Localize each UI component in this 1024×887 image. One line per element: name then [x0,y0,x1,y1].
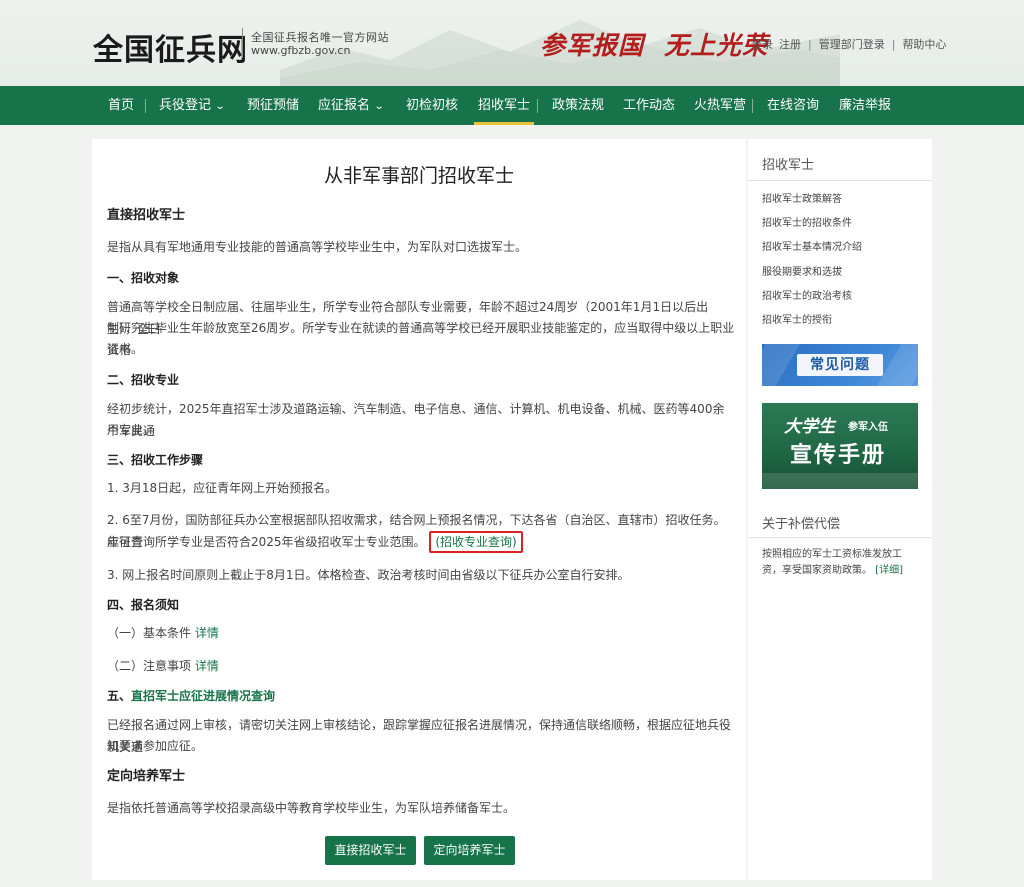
step-3-text: 3. 网上报名时间原则上截止于8月1日。体格检查、政治考核时间由省级以下征兵办公… [107,568,630,582]
handbook-banner-title: 大学生 [784,417,835,437]
nav-label: 首页 [108,98,135,113]
help-center-link[interactable]: 帮助中心 [902,36,946,52]
link-separator: | [808,37,812,51]
nav-label: 工作动态 [623,98,676,113]
nav-separator [145,99,146,113]
link-separator: | [891,37,896,51]
logo-divider [242,28,243,58]
admin-login-link[interactable]: 管理部门登录 [819,36,885,52]
paragraph-majors-line: 用专业。 [107,423,156,437]
login-link[interactable]: 登录 [751,36,773,52]
nav-label: 廉洁举报 [839,98,892,113]
main-nav: 首页 兵役登记 ⌄ 预征预储 应征报名 ⌄ 初检初核 招收军士 政策法规 工作动态 … [0,86,1024,125]
notice-item-label: （二）注意事项 [107,659,192,673]
paragraph-targets-line: 证书。 [107,342,144,356]
sidebar-heading-nco: 招收军士 [762,158,815,173]
step-1-text: 1. 3月18日起，应征青年网上开始预报名。 [107,481,338,495]
detail-link[interactable]: 详情 [195,626,219,640]
sidebar-link-rank-award[interactable]: 招收军士的授衔 [762,311,832,326]
subheading-majors: 二、招收专业 [107,373,180,387]
nav-item-initial-check[interactable]: 初检初核 [406,86,458,125]
nav-label: 火热军营 [694,98,747,113]
sidebar-link-conditions[interactable]: 招收军士的招收条件 [762,214,852,229]
faq-banner[interactable]: 常见问题 [762,344,918,386]
compensation-line: 按照相应的军士工资标准发放工 [762,549,902,560]
nav-label: 预征预储 [247,98,300,113]
handbook-banner-tagline: 参军入伍 [848,422,888,433]
slogan-calligraphy: 参军报国 无上光荣 [540,26,768,62]
sidebar-link-service-period[interactable]: 服役期要求和选拔 [762,263,842,278]
notice-item-attention: （二）注意事项 详情 [107,655,735,677]
site-domain: www.gfbzb.gov.cn [251,44,351,57]
subheading-prefix: 五、 [107,689,132,703]
progress-query-link[interactable]: 直招军士应征进展情况查询 [131,689,275,703]
chevron-down-icon: ⌄ [373,101,385,112]
nav-label: 招收军士 [478,98,531,113]
nav-item-military-registration[interactable]: 兵役登记 ⌄ [159,86,226,125]
nav-label: 应征报名 [318,98,371,113]
faq-banner-label: 常见问题 [797,354,883,376]
sidebar-divider [748,537,932,538]
subheading-notice: 四、报名须知 [107,598,180,612]
subheading-targets: 一、招收对象 [107,271,180,285]
nav-label: 政策法规 [552,98,605,113]
sidebar: 招收军士 招收军士政策解答 招收军士的招收条件 招收军士基本情况介绍 服役期要求… [748,139,932,880]
sidebar-link-policy-faq[interactable]: 招收军士政策解答 [762,190,842,205]
student-handbook-banner[interactable]: 大学生 参军入伍 宣传手册 [762,403,918,489]
section-heading-oriented: 定向培养军士 [107,769,186,784]
paragraph-progress-line: 知要求参加应征。 [107,739,204,753]
section-intro-oriented: 是指依托普通高等学校招录高级中等教育学校毕业生，为军队培养储备军士。 [107,801,516,815]
site-subtitle: 全国征兵报名唯一官方网站 [251,31,389,44]
notice-item-label: （一）基本条件 [107,626,192,640]
nav-item-pre-enlistment[interactable]: 预征预储 [247,86,299,125]
slogan-left: 参军报国 [540,31,645,60]
subheading-progress: 五、直招军士应征进展情况查询 [107,685,735,707]
nav-label: 兵役登记 [159,98,212,113]
step-2-text: 年可查询所学专业是否符合2025年省级招收军士专业范围。 [107,535,426,549]
section-heading-direct: 直接招收军士 [107,208,186,223]
section-intro-direct: 是指从具有军地通用专业技能的普通高等学校毕业生中，为军队对口选拔军士。 [107,240,528,254]
major-lookup-link[interactable]: (招收专业查询) [429,531,523,553]
nav-separator [752,99,753,113]
nav-item-barracks[interactable]: 火热军营 [694,86,746,125]
sidebar-link-basic-info[interactable]: 招收军士基本情况介绍 [762,238,862,253]
banner-ground [762,473,918,489]
site-logo-title[interactable]: 全国征兵网 [93,25,248,69]
nav-item-nco-recruitment[interactable]: 招收军士 [473,86,535,125]
register-link[interactable]: 注册 [779,36,801,52]
top-links: 登录 注册 | 管理部门登录 | 帮助中心 [751,36,946,52]
notice-item-basic: （一）基本条件 详情 [107,622,735,644]
compensation-line: 资，享受国家资助政策。 [762,565,872,576]
handbook-banner-subtitle: 宣传手册 [790,442,887,468]
compensation-detail-link[interactable]: [详细] [875,565,903,576]
nav-label: 在线咨询 [767,98,820,113]
sidebar-heading-compensation: 关于补偿代偿 [762,517,841,532]
step-2-text-line2: 年可查询所学专业是否符合2025年省级招收军士专业范围。 (招收专业查询) [107,531,735,553]
sidebar-divider [748,180,932,181]
nav-item-policies[interactable]: 政策法规 [552,86,604,125]
direct-recruit-button[interactable]: 直接招收军士 [325,836,416,865]
site-header: 全国征兵网 全国征兵报名唯一官方网站 www.gfbzb.gov.cn 参军报国… [0,0,1024,86]
nav-item-enlistment-signup[interactable]: 应征报名 ⌄ [318,86,385,125]
nav-label: 初检初核 [406,98,459,113]
chevron-down-icon: ⌄ [214,101,226,112]
nav-item-home[interactable]: 首页 [108,86,134,125]
nav-separator [537,99,538,113]
page-title: 从非军事部门招收军士 [323,165,514,187]
detail-link[interactable]: 详情 [195,659,219,673]
article-panel: 从非军事部门招收军士 直接招收军士 是指从具有军地通用专业技能的普通高等学校毕业… [92,139,746,880]
subheading-steps: 三、招收工作步骤 [107,453,204,467]
nav-item-report[interactable]: 廉洁举报 [839,86,891,125]
compensation-text: 按照相应的军士工资标准发放工 资，享受国家资助政策。 [详细] [762,547,918,579]
sidebar-link-political-review[interactable]: 招收军士的政治考核 [762,287,852,302]
oriented-training-button[interactable]: 定向培养军士 [424,836,515,865]
nav-item-online-consult[interactable]: 在线咨询 [767,86,819,125]
nav-item-work-news[interactable]: 工作动态 [623,86,675,125]
